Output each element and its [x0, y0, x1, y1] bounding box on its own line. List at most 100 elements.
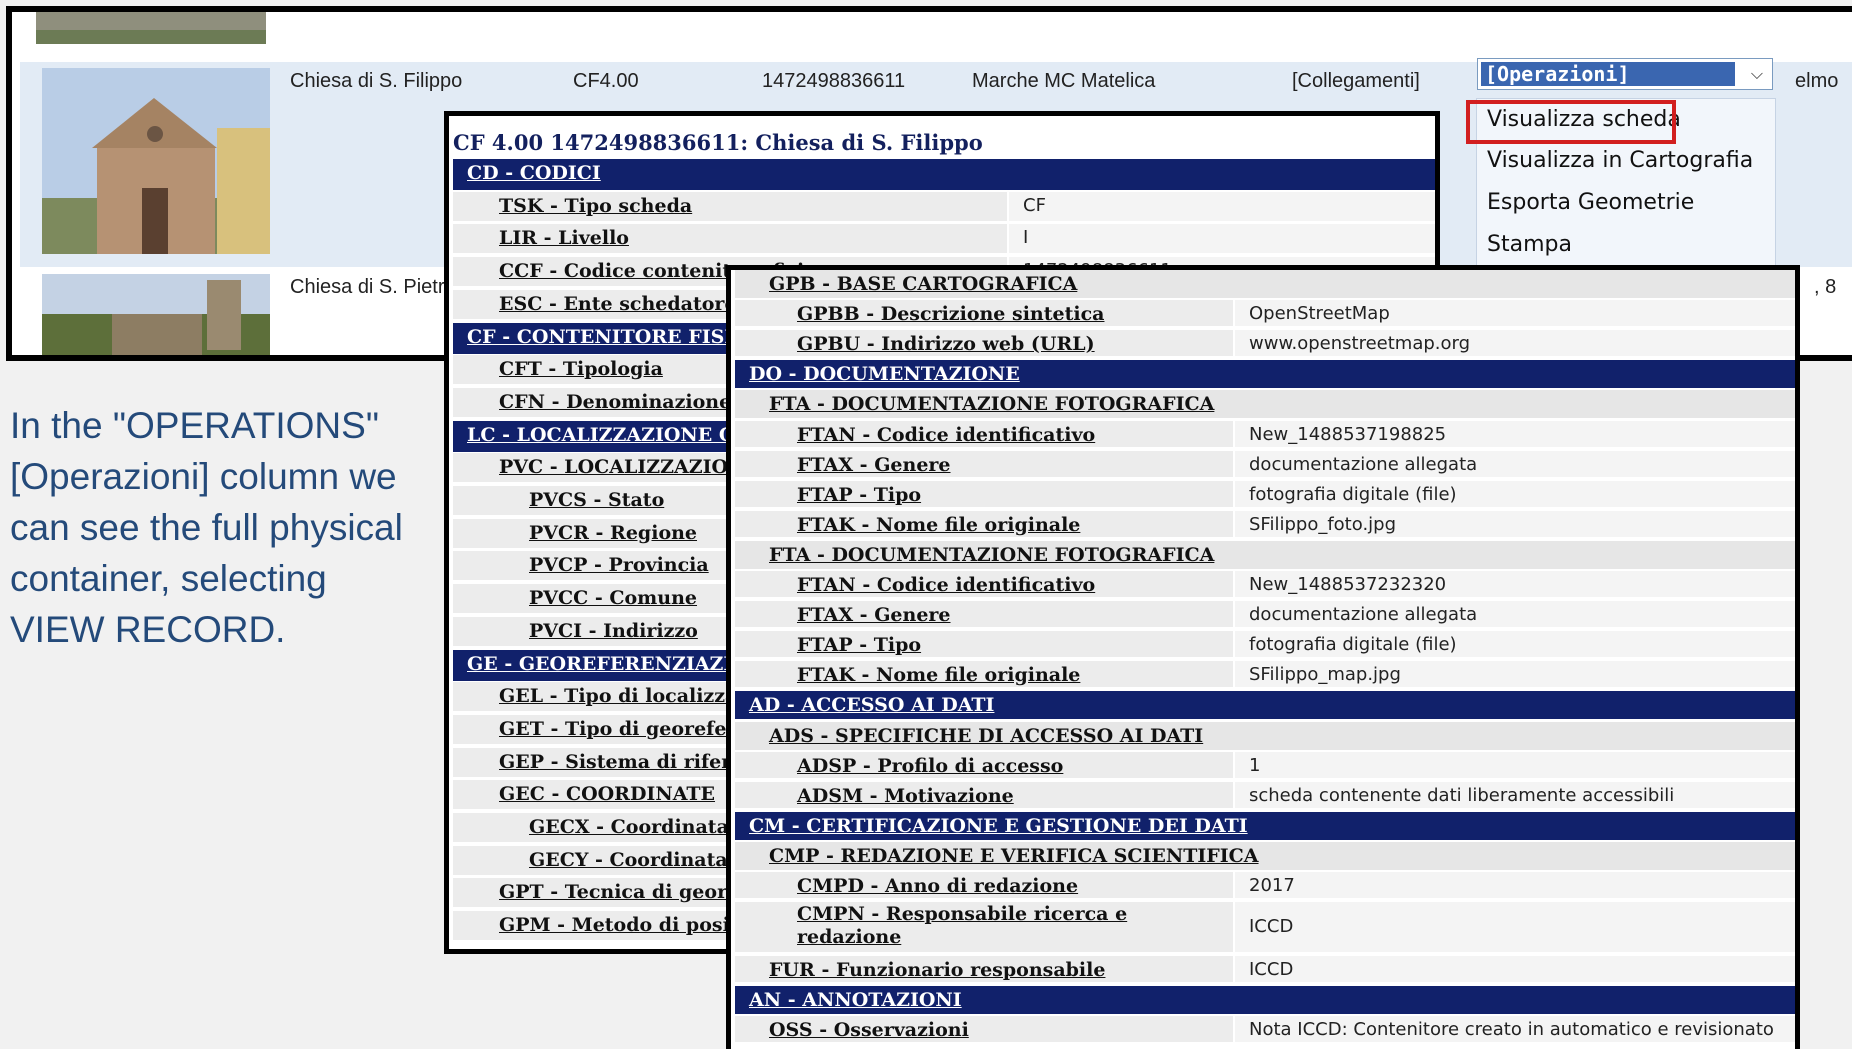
- field-value: OpenStreetMap: [1249, 303, 1390, 325]
- field-label: GEC - COORDINATE: [499, 783, 716, 806]
- church-filippo-thumbnail[interactable]: [42, 68, 270, 254]
- record-location: Marche MC Matelica: [972, 70, 1156, 92]
- field-label: PVCC - Comune: [529, 587, 698, 610]
- field-value: 2017: [1249, 875, 1295, 896]
- field-label: TSK - Tipo scheda: [499, 194, 693, 217]
- field-value: SFilippo_foto.jpg: [1249, 513, 1397, 535]
- field-label: CMPD - Anno di redazione: [797, 875, 1079, 897]
- field-label: FTAN - Codice identificativo: [797, 423, 1096, 446]
- field-value: ICCD: [1249, 959, 1294, 981]
- links-cell[interactable]: [Collegamenti]: [1292, 70, 1420, 93]
- field-label: CMPN - Responsabile ricerca e redazione: [797, 903, 1128, 949]
- field-label: CD - CODICI: [467, 162, 601, 184]
- field-label: GPBB - Descrizione sintetica: [797, 303, 1105, 326]
- field-row: GPBU - Indirizzo web (URL) www.openstreet…: [735, 330, 1795, 359]
- field-row: FTAN - Codice identificativo New_14885371…: [735, 420, 1795, 449]
- field-label: CFN - Denominazione: [499, 390, 732, 413]
- operations-select[interactable]: [Operazioni] ⌵: [1477, 58, 1773, 90]
- record-panel-detail: GPB - BASE CARTOGRAFICA GPBB - Descrizion…: [726, 265, 1800, 1049]
- record-title: CF 4.00 1472498836611: Chiesa di S. Fili…: [453, 130, 983, 155]
- field-label: CF - CONTENITORE FISICO: [467, 325, 765, 348]
- field-label: FTA - DOCUMENTAZIONE FOTOGRAFICA: [769, 393, 1215, 416]
- menu-item-export-geometries[interactable]: Esporta Geometrie: [1487, 190, 1694, 215]
- field-label: GPBU - Indirizzo web (URL): [797, 333, 1095, 356]
- field-label: ADSP - Profilo di accesso: [797, 754, 1064, 777]
- field-value: I: [1023, 227, 1029, 249]
- record-name[interactable]: Chiesa di S. Filippo: [290, 70, 462, 93]
- field-row: CMPD - Anno di redazione 2017: [735, 872, 1795, 900]
- field-value-bg: [1007, 224, 1435, 254]
- section-header: CM - CERTIFICAZIONE E GESTIONE DEI DATI: [735, 811, 1795, 840]
- field-row: FTAX - Genere documentazione allegata: [735, 601, 1795, 630]
- record-id: 1472498836611: [762, 70, 906, 92]
- field-value-bg: [1233, 751, 1795, 778]
- field-label: PVCP - Provincia: [529, 554, 709, 577]
- field-value: SFilippo_map.jpg: [1249, 664, 1401, 686]
- field-row: GPBB - Descrizione sintetica OpenStreetMa…: [735, 300, 1795, 329]
- field-row: OSS - Osservazioni Nota ICCD: Contenitore…: [735, 1016, 1795, 1045]
- chevron-down-icon[interactable]: ⌵: [1746, 63, 1768, 85]
- field-value: fotografia digitale (file): [1249, 634, 1457, 656]
- subsection-header: GPB - BASE CARTOGRAFICA: [735, 270, 1795, 298]
- field-value: documentazione allegata: [1249, 604, 1478, 626]
- field-row: FTAP - Tipo fotografia digitale (file): [735, 631, 1795, 660]
- section-header: CD - CODICI: [453, 159, 1435, 190]
- field-label: FUR - Funzionario responsabile: [769, 959, 1106, 982]
- field-label: FTAX - Genere: [797, 604, 951, 627]
- field-value: Nota ICCD: Contenitore creato in automat…: [1249, 1019, 1774, 1041]
- field-row: FTAX - Genere documentazione allegata: [735, 450, 1795, 479]
- field-row: FTAP - Tipo fotografia digitale (file): [735, 480, 1795, 509]
- field-label: PVCR - Regione: [529, 521, 698, 544]
- field-label: AD - ACCESSO AI DATI: [749, 694, 995, 717]
- field-value: New_1488537232320: [1249, 574, 1447, 595]
- menu-item-print[interactable]: Stampa: [1487, 232, 1572, 257]
- field-value: New_1488537198825: [1249, 423, 1447, 445]
- field-row: LIR - Livello I: [453, 224, 1435, 256]
- field-label: PVCI - Indirizzo: [529, 619, 698, 642]
- field-label: ESC - Ente schedatore: [499, 292, 737, 315]
- menu-item-view-map[interactable]: Visualizza in Cartografia: [1487, 148, 1753, 173]
- field-row: TSK - Tipo scheda CF: [453, 191, 1435, 223]
- subsection-header: FTA - DOCUMENTAZIONE FOTOGRAFICA: [735, 390, 1795, 419]
- field-value-bg: [1007, 191, 1435, 221]
- field-label: ADSM - Motivazione: [797, 784, 1014, 807]
- field-row: ADSM - Motivazione scheda contenente dati…: [735, 781, 1795, 810]
- trailing-cell: elmo: [1795, 70, 1839, 92]
- thumbnail-top-cropped: [36, 12, 266, 44]
- operations-select-value: [Operazioni]: [1481, 62, 1735, 86]
- field-row: FTAN - Codice identificativo New_14885372…: [735, 571, 1795, 599]
- subsection-header: CMP - REDAZIONE E VERIFICA SCIENTIFICA: [735, 841, 1795, 870]
- section-header: AN - ANNOTAZIONI: [735, 986, 1795, 1015]
- field-label: PVCS - Stato: [529, 489, 665, 511]
- field-value-bg: [1233, 956, 1795, 983]
- field-value: CF: [1023, 194, 1046, 216]
- subsection-header: FTA - DOCUMENTAZIONE FOTOGRAFICA: [735, 540, 1795, 569]
- field-value: www.openstreetmap.org: [1249, 333, 1471, 355]
- field-value: 1: [1249, 754, 1261, 776]
- section-header: AD - ACCESSO AI DATI: [735, 691, 1795, 720]
- field-label: OSS - Osservazioni: [769, 1019, 969, 1042]
- field-label: CMP - REDAZIONE E VERIFICA SCIENTIFICA: [769, 844, 1259, 867]
- field-label: DO - DOCUMENTAZIONE: [749, 363, 1020, 386]
- subsection-header: ADS - SPECIFICHE DI ACCESSO AI DATI: [735, 721, 1795, 750]
- church-pietro-thumbnail[interactable]: [42, 274, 270, 360]
- section-header: DO - DOCUMENTAZIONE: [735, 360, 1795, 389]
- field-label: PVC - LOCALIZZAZIONE: [499, 456, 760, 479]
- field-value-bg: [1233, 872, 1795, 898]
- field-label: FTAK - Nome file originale: [797, 513, 1081, 536]
- field-label: FTAP - Tipo: [797, 634, 922, 657]
- field-label: FTAP - Tipo: [797, 483, 922, 506]
- field-value: ICCD: [1249, 916, 1294, 938]
- field-label: GECY - Coordinata y: [529, 848, 746, 871]
- highlight-box: [1466, 100, 1676, 144]
- field-value-bg: [1233, 902, 1795, 953]
- field-label: ADS - SPECIFICHE DI ACCESSO AI DATI: [769, 724, 1204, 747]
- field-row: FUR - Funzionario responsabile ICCD: [735, 956, 1795, 985]
- field-label: FTA - DOCUMENTAZIONE FOTOGRAFICA: [769, 543, 1215, 566]
- field-label: CM - CERTIFICAZIONE E GESTIONE DEI DATI: [749, 814, 1248, 837]
- field-value: documentazione allegata: [1249, 453, 1478, 475]
- field-row: ADSP - Profilo di accesso 1: [735, 751, 1795, 780]
- field-label: FTAX - Genere: [797, 453, 951, 476]
- record-name[interactable]: Chiesa di S. Pietro: [290, 276, 456, 299]
- record-code: CF4.00: [573, 70, 639, 92]
